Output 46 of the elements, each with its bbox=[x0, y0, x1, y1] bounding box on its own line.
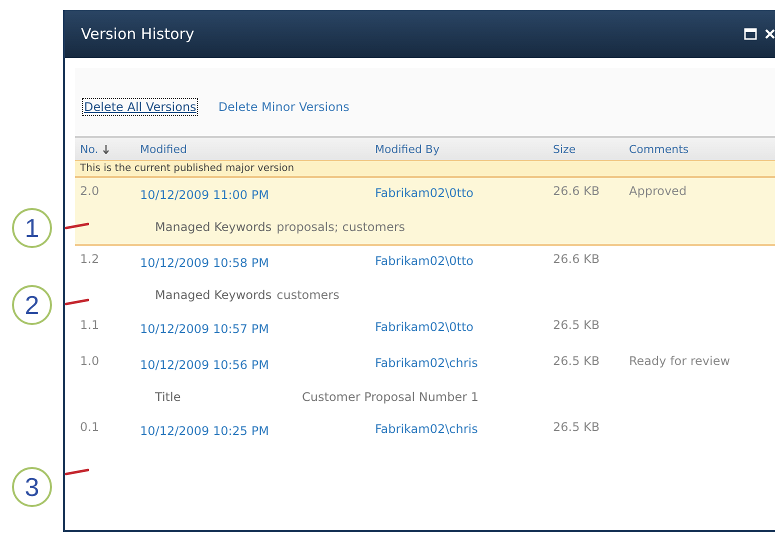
callout-number: 3 bbox=[12, 467, 52, 507]
property-value: customers bbox=[276, 288, 340, 302]
column-header[interactable]: Comments bbox=[629, 142, 775, 156]
version-number: 1.0 bbox=[80, 354, 100, 368]
callout-mark bbox=[65, 298, 89, 306]
callout-number: 1 bbox=[12, 208, 52, 248]
user-link[interactable]: Fabrikam02\chris bbox=[375, 354, 553, 370]
version-number: 1.2 bbox=[80, 252, 100, 266]
version-number: 2.0 bbox=[80, 184, 100, 198]
size-cell-text: 26.5 KB bbox=[553, 354, 601, 368]
size-cell-text: 26.6 KB bbox=[553, 184, 601, 198]
version-number: 1.1 bbox=[80, 318, 100, 332]
action-link[interactable]: Delete Minor Versions bbox=[217, 99, 350, 115]
window-title: Version History bbox=[81, 25, 196, 43]
property-value: Customer Proposal Number 1 bbox=[302, 390, 479, 404]
modified-link[interactable]: 10/12/2009 10:58 PM bbox=[140, 252, 375, 270]
column-header[interactable]: Modified bbox=[140, 142, 375, 156]
modified-link[interactable]: 10/12/2009 10:57 PM bbox=[140, 318, 375, 336]
property-label: Managed Keywords bbox=[155, 288, 272, 302]
action-link[interactable]: Delete All Versions bbox=[83, 99, 198, 115]
user-link[interactable]: Fabrikam02\0tto bbox=[375, 184, 553, 200]
user-link[interactable]: Fabrikam02\chris bbox=[375, 420, 553, 436]
banner: This is the current published major version bbox=[75, 160, 775, 178]
comment-cell-text: Approved bbox=[629, 184, 688, 198]
modified-link[interactable]: 10/12/2009 10:25 PM bbox=[140, 420, 375, 438]
column-header[interactable]: Modified By bbox=[375, 142, 553, 156]
property-value: proposals; customers bbox=[276, 220, 406, 234]
modified-link[interactable]: 10/12/2009 11:00 PM bbox=[140, 184, 375, 202]
property-label: Title bbox=[155, 390, 182, 404]
size-cell-text: 26.5 KB bbox=[553, 420, 601, 434]
sort-down-icon[interactable] bbox=[103, 144, 110, 154]
callout-mark bbox=[65, 222, 89, 230]
column-header[interactable]: Size bbox=[553, 142, 629, 156]
callout-mark bbox=[65, 468, 89, 476]
comment-cell-text: Ready for review bbox=[629, 354, 732, 368]
column-header[interactable]: No. bbox=[80, 142, 98, 156]
user-link[interactable]: Fabrikam02\0tto bbox=[375, 252, 553, 268]
property-label: Managed Keywords bbox=[155, 220, 272, 234]
version-number: 0.1 bbox=[80, 420, 100, 434]
close-icon[interactable] bbox=[765, 29, 775, 39]
maximize-icon[interactable] bbox=[744, 28, 757, 40]
modified-link[interactable]: 10/12/2009 10:56 PM bbox=[140, 354, 375, 372]
user-link[interactable]: Fabrikam02\0tto bbox=[375, 318, 553, 334]
size-cell-text: 26.6 KB bbox=[553, 252, 601, 266]
callout-number: 2 bbox=[12, 285, 52, 325]
size-cell-text: 26.5 KB bbox=[553, 318, 601, 332]
